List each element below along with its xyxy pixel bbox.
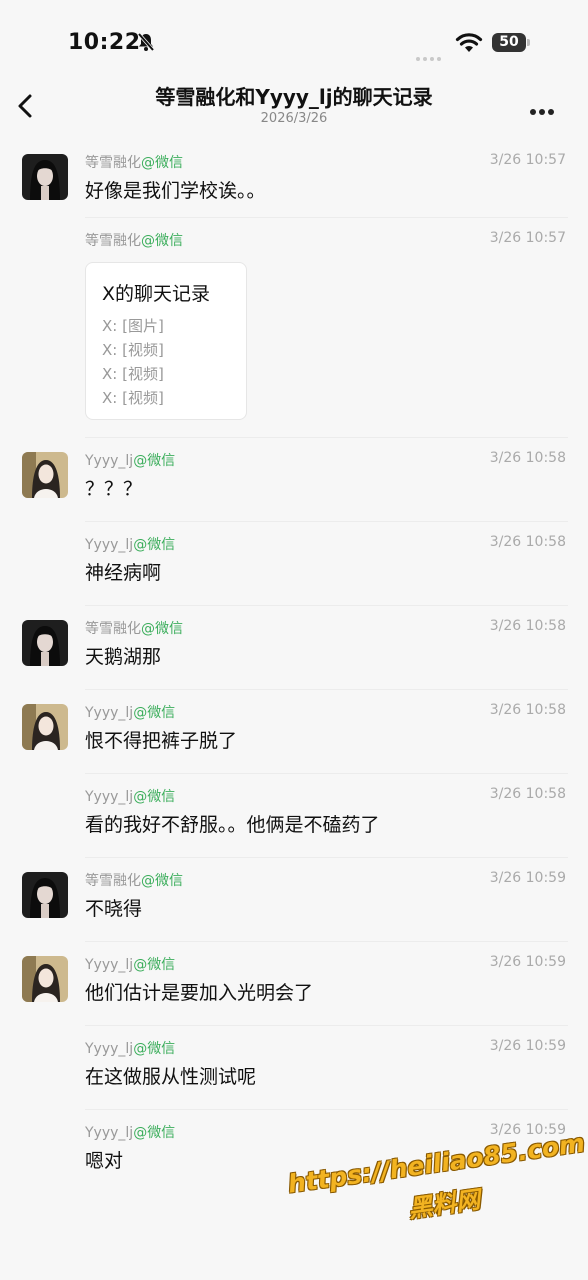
message-time: 3/26 10:57 xyxy=(489,230,566,246)
avatar[interactable] xyxy=(22,956,68,1002)
avatar[interactable] xyxy=(22,704,68,750)
app-tag: @微信 xyxy=(141,155,183,171)
message-row: 等雪融化@微信 3/26 10:57 好像是我们学校诶。。 xyxy=(0,140,588,218)
card-line: X: [图片] xyxy=(102,317,164,335)
app-tag: @微信 xyxy=(133,453,176,469)
battery-icon: 50 xyxy=(492,33,526,52)
message-list: 等雪融化@微信 3/26 10:57 好像是我们学校诶。。 等雪融化@微信 3/26 1… xyxy=(0,140,588,1194)
card-title: X的聊天记录 xyxy=(102,283,211,305)
page-title: 等雪融化和Yyyy_lj的聊天记录 xyxy=(155,85,433,109)
sender-label: Yyyy_lj xyxy=(85,957,134,973)
card-line: X: [视频] xyxy=(102,365,164,383)
sender-name: Yyyy_lj@微信 xyxy=(85,786,175,806)
message-time: 3/26 10:58 xyxy=(489,786,566,802)
message-text: 在这做服从性测试呢 xyxy=(85,1066,257,1088)
mute-bell-icon xyxy=(137,32,155,52)
sender-name: Yyyy_lj@微信 xyxy=(85,954,175,974)
sender-name: 等雪融化@微信 xyxy=(85,618,183,638)
watermark-name: 黑料网 xyxy=(406,1185,482,1224)
message-text: 不晓得 xyxy=(85,898,143,920)
message-row: Yyyy_lj@微信 3/26 10:58 神经病啊 xyxy=(0,522,588,606)
battery-tip xyxy=(527,39,530,46)
message-text: 恨不得把裤子脱了 xyxy=(85,730,238,752)
app-tag: @微信 xyxy=(133,1125,176,1141)
sender-label: 等雪融化 xyxy=(85,155,141,171)
avatar[interactable] xyxy=(22,154,68,200)
back-arrow-icon[interactable] xyxy=(14,92,38,120)
message-time: 3/26 10:58 xyxy=(489,534,566,550)
app-tag: @微信 xyxy=(133,1041,176,1057)
app-tag: @微信 xyxy=(141,233,183,249)
app-tag: @微信 xyxy=(133,705,176,721)
avatar[interactable] xyxy=(22,620,68,666)
message-time: 3/26 10:59 xyxy=(489,954,566,970)
message-time: 3/26 10:57 xyxy=(489,152,566,168)
sender-label: 等雪融化 xyxy=(85,233,141,249)
wifi-icon xyxy=(455,33,483,52)
sender-name: Yyyy_lj@微信 xyxy=(85,1122,175,1142)
sender-label: Yyyy_lj xyxy=(85,537,134,553)
avatar[interactable] xyxy=(22,872,68,918)
message-row: Yyyy_lj@微信 3/26 10:59 在这做服从性测试呢 xyxy=(0,1026,588,1110)
app-tag: @微信 xyxy=(133,957,176,973)
status-bar: 10:22 50 xyxy=(0,0,588,84)
sender-name: Yyyy_lj@微信 xyxy=(85,450,175,470)
message-row: Yyyy_lj@微信 3/26 10:58 看的我好不舒服。。他俩是不磕药了 xyxy=(0,774,588,858)
app-tag: @微信 xyxy=(133,789,176,805)
message-time: 3/26 10:59 xyxy=(489,1038,566,1054)
message-row: 等雪融化@微信 3/26 10:59 不晓得 xyxy=(0,858,588,942)
sender-name: Yyyy_lj@微信 xyxy=(85,534,175,554)
message-text: 嗯对 xyxy=(85,1150,124,1172)
avatar[interactable] xyxy=(22,452,68,498)
message-text: 神经病啊 xyxy=(85,562,162,584)
cellular-signal-icon xyxy=(416,46,448,61)
forwarded-chat-card[interactable]: X的聊天记录 X: [图片] X: [视频] X: [视频] X: [视频] xyxy=(85,262,247,420)
nav-bar: 等雪融化和Yyyy_lj的聊天记录 2026/3/26 xyxy=(0,84,588,132)
message-row: Yyyy_lj@微信 3/26 10:59 他们估计是要加入光明会了 xyxy=(0,942,588,1026)
message-text: 天鹅湖那 xyxy=(85,646,162,668)
message-text: ？？？ xyxy=(85,478,143,500)
sender-name: Yyyy_lj@微信 xyxy=(85,1038,175,1058)
sender-label: Yyyy_lj xyxy=(85,1125,134,1141)
sender-name: 等雪融化@微信 xyxy=(85,870,183,890)
page-subtitle-date: 2026/3/26 xyxy=(260,111,328,126)
sender-label: Yyyy_lj xyxy=(85,705,134,721)
sender-name: 等雪融化@微信 xyxy=(85,230,183,250)
sender-label: Yyyy_lj xyxy=(85,789,134,805)
message-text: 好像是我们学校诶。。 xyxy=(85,180,266,202)
message-time: 3/26 10:58 xyxy=(489,450,566,466)
message-text: 他们估计是要加入光明会了 xyxy=(85,982,314,1004)
sender-label: 等雪融化 xyxy=(85,873,141,889)
message-text: 看的我好不舒服。。他俩是不磕药了 xyxy=(85,814,380,836)
sender-name: 等雪融化@微信 xyxy=(85,152,183,172)
message-row: 等雪融化@微信 3/26 10:58 天鹅湖那 xyxy=(0,606,588,690)
card-line: X: [视频] xyxy=(102,341,164,359)
sender-label: Yyyy_lj xyxy=(85,1041,134,1057)
status-time: 10:22 xyxy=(68,30,141,55)
message-row: Yyyy_lj@微信 3/26 10:58 ？？？ xyxy=(0,438,588,522)
app-tag: @微信 xyxy=(141,873,183,889)
app-tag: @微信 xyxy=(141,621,183,637)
message-row: 等雪融化@微信 3/26 10:57 X的聊天记录 X: [图片] X: [视频] X: … xyxy=(0,218,588,438)
message-time: 3/26 10:58 xyxy=(489,618,566,634)
message-time: 3/26 10:58 xyxy=(489,702,566,718)
app-tag: @微信 xyxy=(133,537,176,553)
sender-label: Yyyy_lj xyxy=(85,453,134,469)
sender-name: Yyyy_lj@微信 xyxy=(85,702,175,722)
card-line: X: [视频] xyxy=(102,389,164,407)
sender-label: 等雪融化 xyxy=(85,621,141,637)
message-row: Yyyy_lj@微信 3/26 10:58 恨不得把裤子脱了 xyxy=(0,690,588,774)
more-options-icon[interactable] xyxy=(530,100,560,115)
message-time: 3/26 10:59 xyxy=(489,870,566,886)
